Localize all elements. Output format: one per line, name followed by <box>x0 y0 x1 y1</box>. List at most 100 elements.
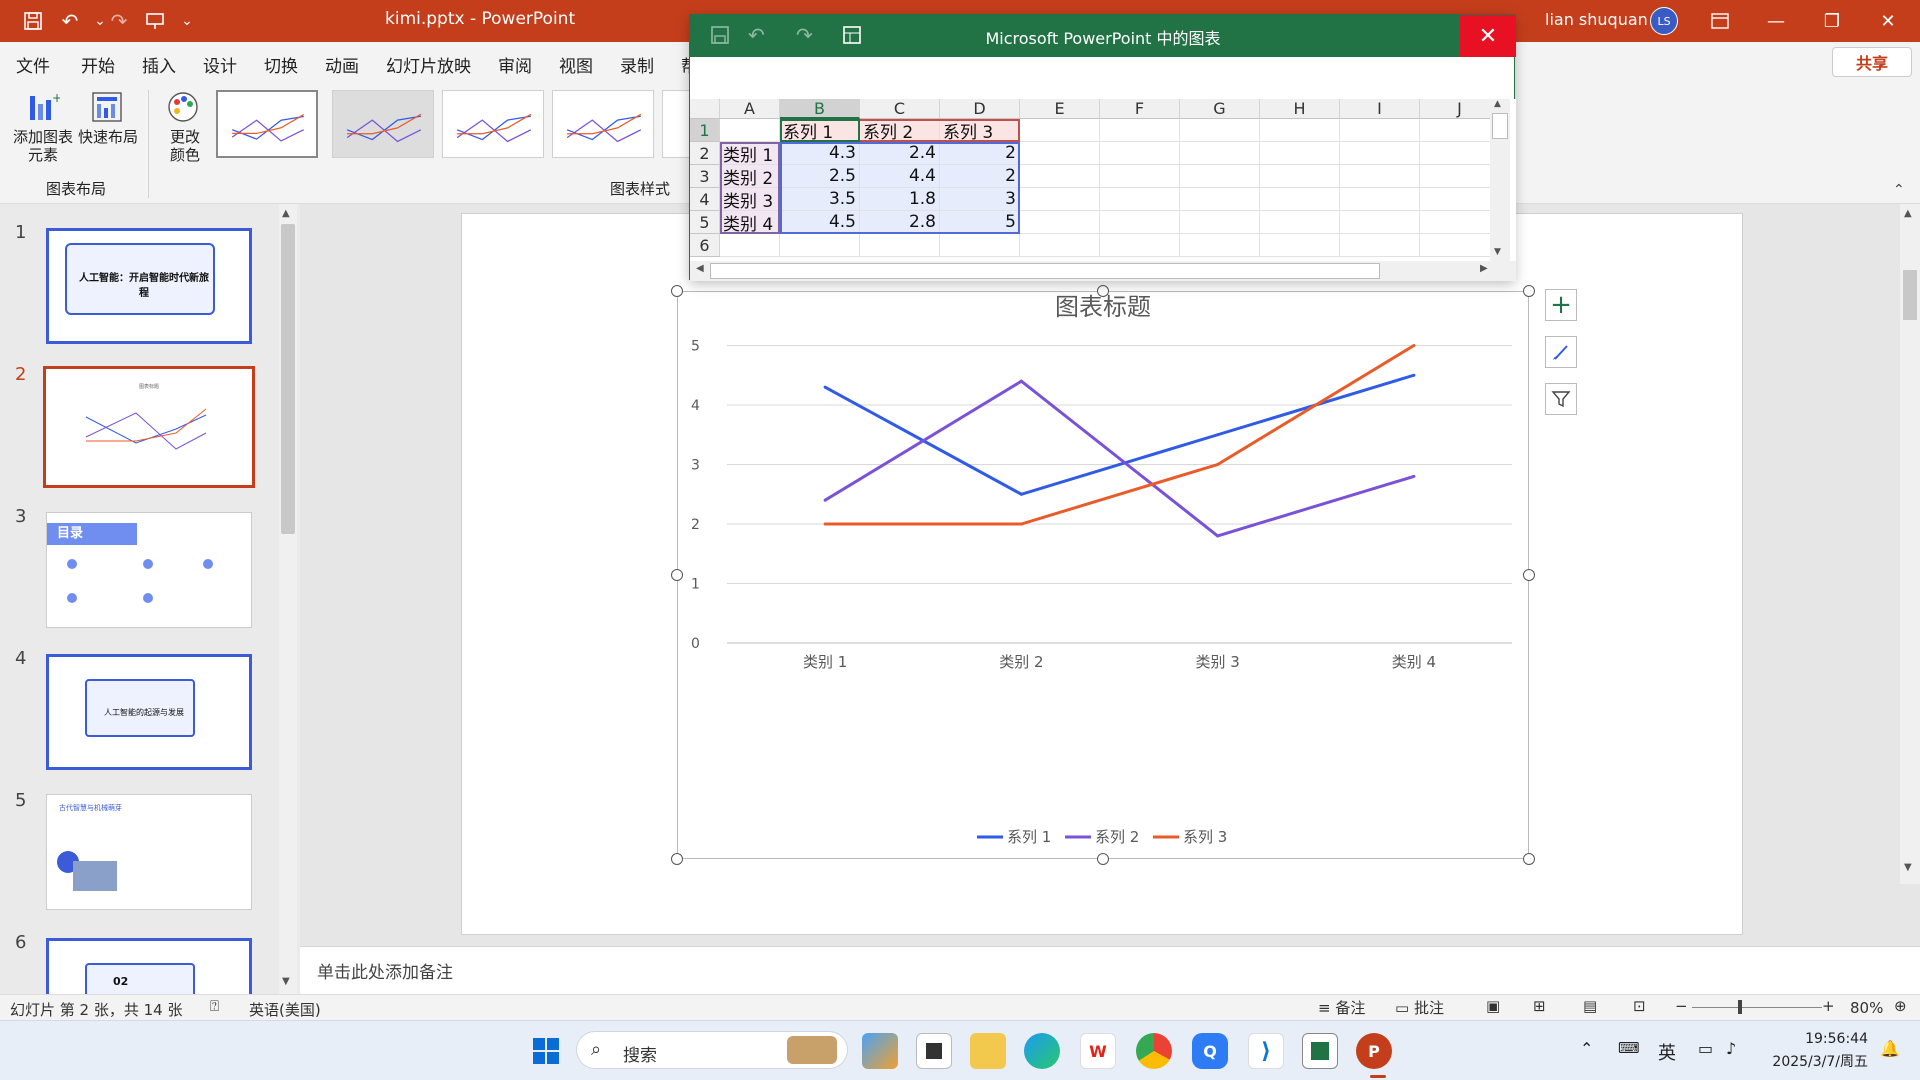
notification-bell-icon[interactable]: 🔔 <box>1880 1039 1900 1058</box>
table-cell[interactable]: 4.4 <box>860 165 940 188</box>
column-header[interactable]: H <box>1260 99 1340 119</box>
row-header[interactable]: 2 <box>690 142 720 165</box>
share-button[interactable]: 共享 <box>1832 47 1912 77</box>
chart-elements-button[interactable]: + <box>1545 289 1577 321</box>
table-cell[interactable] <box>1340 211 1420 234</box>
table-cell[interactable]: 2 <box>940 142 1020 165</box>
table-cell[interactable] <box>720 234 780 257</box>
table-cell[interactable] <box>1020 234 1100 257</box>
table-cell[interactable]: 3.5 <box>780 188 860 211</box>
data-point[interactable] <box>823 498 827 502</box>
table-cell[interactable]: 3 <box>940 188 1020 211</box>
row-header[interactable]: 4 <box>690 188 720 211</box>
select-all-corner[interactable] <box>690 99 720 119</box>
table-cell[interactable] <box>1100 188 1180 211</box>
scroll-down-icon[interactable]: ▼ <box>282 976 290 987</box>
slide-thumbnail-6[interactable]: 02 <box>46 938 252 998</box>
undo-icon[interactable]: ↶ <box>55 8 85 34</box>
table-cell[interactable] <box>720 119 780 142</box>
column-header[interactable]: G <box>1180 99 1260 119</box>
restore-icon[interactable]: ❐ <box>1804 0 1860 42</box>
column-header[interactable]: E <box>1020 99 1100 119</box>
column-header[interactable]: C <box>860 99 940 119</box>
column-header[interactable]: J <box>1420 99 1500 119</box>
table-cell[interactable] <box>1100 165 1180 188</box>
column-header[interactable]: B <box>780 99 860 119</box>
zoom-level[interactable]: 80% <box>1850 999 1883 1017</box>
table-cell[interactable] <box>940 234 1020 257</box>
quick-layout-button[interactable]: 快速布局 <box>76 88 140 174</box>
scroll-down-icon[interactable]: ▼ <box>1904 862 1912 873</box>
table-cell[interactable] <box>1420 165 1500 188</box>
data-point[interactable] <box>823 522 827 526</box>
table-cell[interactable] <box>1020 142 1100 165</box>
table-cell[interactable] <box>1100 142 1180 165</box>
series-line-2[interactable] <box>824 379 1415 538</box>
table-cell[interactable]: 类别 1 <box>720 142 780 166</box>
table-cell[interactable] <box>1100 234 1180 257</box>
table-cell[interactable] <box>1020 211 1100 234</box>
scroll-up-icon[interactable]: ▲ <box>282 208 290 219</box>
table-cell[interactable]: 系列 1 <box>780 119 860 143</box>
redo-icon[interactable]: ↷ <box>104 8 134 34</box>
sheet-vscroll[interactable]: ▲ ▼ <box>1490 99 1510 261</box>
row-header[interactable]: 5 <box>690 211 720 234</box>
table-cell[interactable] <box>1260 119 1340 142</box>
scroll-up-icon[interactable]: ▲ <box>1904 208 1912 219</box>
chart-filters-button[interactable] <box>1545 383 1577 415</box>
slide-sorter-icon[interactable]: ⊞ <box>1533 997 1546 1015</box>
menu-slideshow[interactable]: 幻灯片放映 <box>386 52 471 77</box>
table-cell[interactable] <box>860 234 940 257</box>
menu-transitions[interactable]: 切换 <box>264 52 298 77</box>
table-cell[interactable] <box>1020 165 1100 188</box>
presenter-icon[interactable] <box>140 8 170 34</box>
avatar[interactable]: LS <box>1650 7 1678 35</box>
table-cell[interactable] <box>1260 211 1340 234</box>
legend-entry[interactable]: 系列 1 <box>1007 828 1051 846</box>
table-cell[interactable] <box>1100 211 1180 234</box>
column-header[interactable]: F <box>1100 99 1180 119</box>
user-name[interactable]: lian shuquan <box>1545 10 1648 29</box>
clock-time[interactable]: 19:56:44 <box>1780 1031 1868 1047</box>
task-view-icon[interactable] <box>916 1033 952 1069</box>
sheet-vscroll-thumb[interactable] <box>1492 113 1508 139</box>
clock-date[interactable]: 2025/3/7/周五 <box>1756 1051 1868 1071</box>
row-header[interactable]: 3 <box>690 165 720 188</box>
slide-thumbnail-2[interactable]: 图表标题 <box>43 366 255 488</box>
table-cell[interactable]: 2 <box>940 165 1020 188</box>
ime-indicator[interactable]: 英 <box>1658 1039 1676 1065</box>
chart-style-2[interactable] <box>332 90 434 158</box>
table-cell[interactable]: 4.3 <box>780 142 860 165</box>
start-icon[interactable] <box>528 1033 564 1069</box>
comments-toggle[interactable]: ▭ 批注 <box>1395 997 1444 1018</box>
table-cell[interactable] <box>780 234 860 257</box>
slide-thumbnail-3[interactable]: 目录 <box>46 512 252 628</box>
menu-insert[interactable]: 插入 <box>142 52 176 77</box>
table-cell[interactable] <box>1180 211 1260 234</box>
app-q-icon[interactable]: Q <box>1192 1033 1228 1069</box>
data-point[interactable] <box>1216 433 1220 437</box>
scroll-up-icon[interactable]: ▲ <box>1494 99 1501 109</box>
data-point[interactable] <box>1019 379 1023 383</box>
canvas-scrollbar[interactable]: ▲ ▼ <box>1900 204 1920 884</box>
powerpoint-icon[interactable]: P <box>1356 1033 1392 1069</box>
network-icon[interactable]: ▭ <box>1698 1039 1713 1058</box>
table-cell[interactable] <box>1260 165 1340 188</box>
scroll-down-icon[interactable]: ▼ <box>1494 247 1501 257</box>
table-cell[interactable]: 5 <box>940 211 1020 234</box>
file-explorer-icon[interactable] <box>970 1033 1006 1069</box>
chart-style-1[interactable] <box>216 90 318 158</box>
menu-record[interactable]: 录制 <box>620 52 654 77</box>
zoom-slider-thumb[interactable] <box>1738 1000 1742 1014</box>
column-header[interactable]: D <box>940 99 1020 119</box>
table-cell[interactable] <box>1180 142 1260 165</box>
vscode-icon[interactable]: ⟩ <box>1248 1033 1284 1069</box>
slide-thumbnail-5[interactable]: 古代智慧与机械萌芽 <box>46 794 252 910</box>
app-window-icon[interactable] <box>1302 1033 1338 1069</box>
data-point[interactable] <box>1412 344 1416 347</box>
legend-entry[interactable]: 系列 2 <box>1095 828 1139 846</box>
menu-design[interactable]: 设计 <box>203 52 237 77</box>
table-cell[interactable]: 类别 3 <box>720 188 780 212</box>
table-cell[interactable]: 系列 2 <box>860 119 940 143</box>
table-cell[interactable]: 4.5 <box>780 211 860 234</box>
